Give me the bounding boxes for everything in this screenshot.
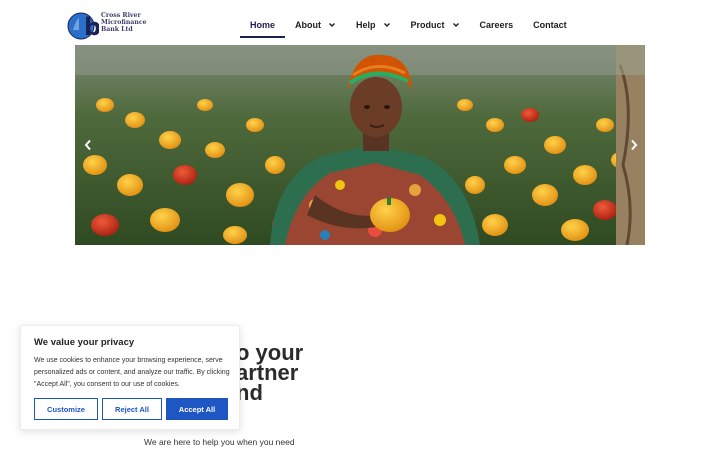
reject-all-button[interactable]: Reject All (102, 398, 162, 420)
hero-next-arrow[interactable] (625, 135, 643, 155)
nav-item-product[interactable]: Product (411, 12, 460, 38)
site-header: b Cross River Microfinance Bank Ltd Home… (0, 0, 720, 45)
hero-prev-arrow[interactable] (79, 135, 97, 155)
cookie-banner: We value your privacy We use cookies to … (20, 325, 240, 430)
customize-button[interactable]: Customize (34, 398, 98, 420)
brand-name: Cross River Microfinance Bank Ltd (101, 12, 161, 34)
brand-name-line1: Cross River (101, 12, 141, 19)
svg-text:b: b (84, 13, 99, 41)
nav-item-about[interactable]: About (295, 12, 336, 38)
cookie-text: We use cookies to enhance your browsing … (34, 357, 230, 388)
intro-heading: o your artner nd (236, 342, 326, 405)
cookie-title: We value your privacy (34, 337, 135, 348)
nav-label: Careers (479, 20, 514, 30)
chevron-down-icon (452, 23, 459, 27)
hero-image (75, 45, 645, 245)
intro-heading-line3: nd (236, 380, 263, 405)
brand-logo[interactable]: b Cross River Microfinance Bank Ltd (67, 10, 149, 42)
nav-label: About (295, 20, 322, 30)
chevron-left-icon (84, 139, 91, 151)
brand-name-line3: Bank Ltd (101, 26, 133, 34)
nav-label: Help (356, 20, 376, 30)
chevron-right-icon (631, 139, 638, 151)
main-nav: Home About Help Product Careers Contact (240, 12, 567, 38)
chevron-down-icon (383, 23, 390, 27)
logo-icon: b (67, 12, 99, 41)
nav-item-home[interactable]: Home (240, 12, 286, 38)
nav-item-contact[interactable]: Contact (533, 12, 567, 38)
nav-item-careers[interactable]: Careers (480, 12, 514, 38)
hero-slider[interactable] (75, 45, 645, 245)
intro-text: We are here to help you when you need (144, 437, 295, 447)
nav-label: Product (410, 20, 445, 30)
chevron-down-icon (329, 23, 336, 27)
nav-label: Contact (533, 20, 567, 30)
nav-label: Home (250, 20, 276, 30)
nav-item-help[interactable]: Help (356, 12, 391, 38)
brand-name-line2: Microfinance (101, 19, 147, 27)
accept-all-button[interactable]: Accept All (166, 398, 228, 420)
